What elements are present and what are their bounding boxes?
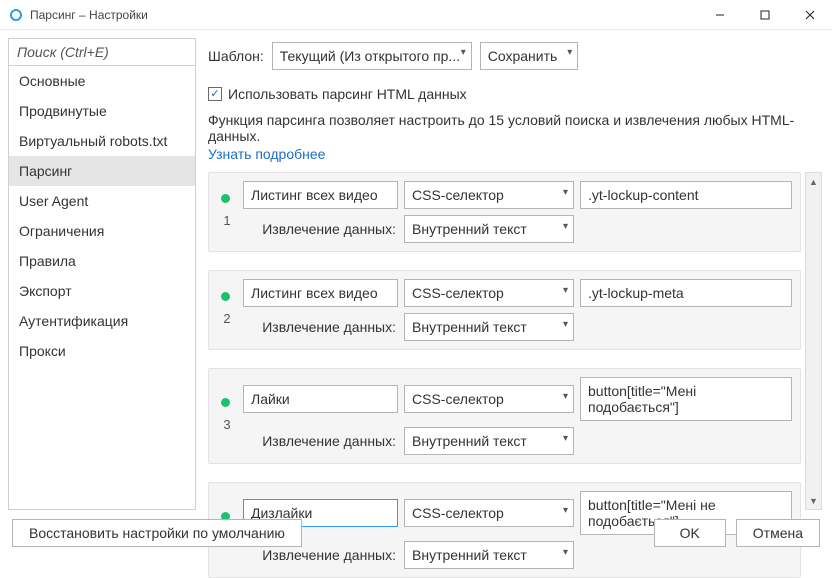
- rule-number: 1: [217, 213, 237, 228]
- close-button[interactable]: [787, 0, 832, 30]
- rule-selector-input[interactable]: .yt-lockup-content: [580, 181, 792, 209]
- sidebar-item-export[interactable]: Экспорт: [9, 276, 195, 306]
- rule-row: 1 Листинг всех видео CSS-селектор .yt-lo…: [208, 172, 801, 252]
- rule-extract-select[interactable]: Внутренний текст: [404, 215, 574, 243]
- rule-name-input[interactable]: Лайки: [243, 385, 398, 413]
- rule-selector-input[interactable]: button[title="Мені подобається"]: [580, 377, 792, 421]
- sidebar-item-main[interactable]: Основные: [9, 66, 195, 96]
- save-button[interactable]: Сохранить: [480, 42, 579, 70]
- rule-name-input[interactable]: Листинг всех видео: [243, 181, 398, 209]
- footer: Восстановить настройки по умолчанию OK О…: [0, 513, 832, 553]
- sidebar: Поиск (Ctrl+E) Основные Продвинутые Вирт…: [8, 38, 196, 510]
- template-select[interactable]: Текущий (Из открытого пр...: [272, 42, 472, 70]
- sidebar-item-advanced[interactable]: Продвинутые: [9, 96, 195, 126]
- nav-list: Основные Продвинутые Виртуальный robots.…: [9, 66, 195, 509]
- scrollbar[interactable]: ▲ ▼: [805, 172, 822, 510]
- rule-number: 3: [217, 417, 237, 432]
- window-title: Парсинг – Настройки: [30, 8, 148, 22]
- sidebar-item-robots[interactable]: Виртуальный robots.txt: [9, 126, 195, 156]
- rules-list: 1 Листинг всех видео CSS-селектор .yt-lo…: [208, 172, 801, 510]
- sidebar-item-limits[interactable]: Ограничения: [9, 216, 195, 246]
- rule-mode-select[interactable]: CSS-селектор: [404, 181, 574, 209]
- extraction-label: Извлечение данных:: [243, 319, 398, 335]
- cancel-button[interactable]: Отмена: [736, 519, 820, 547]
- titlebar: Парсинг – Настройки: [0, 0, 832, 30]
- learn-more-link[interactable]: Узнать подробнее: [208, 146, 822, 162]
- template-label: Шаблон:: [208, 48, 264, 64]
- search-input[interactable]: Поиск (Ctrl+E): [9, 39, 195, 66]
- rule-mode-select[interactable]: CSS-селектор: [404, 279, 574, 307]
- minimize-button[interactable]: [697, 0, 742, 30]
- maximize-button[interactable]: [742, 0, 787, 30]
- rule-row: 3 Лайки CSS-селектор button[title="Мені …: [208, 368, 801, 464]
- status-dot-icon: [221, 398, 230, 407]
- sidebar-item-rules[interactable]: Правила: [9, 246, 195, 276]
- rule-extract-select[interactable]: Внутренний текст: [404, 427, 574, 455]
- extraction-label: Извлечение данных:: [243, 221, 398, 237]
- enable-parsing-label: Использовать парсинг HTML данных: [228, 86, 467, 102]
- scroll-up-icon[interactable]: ▲: [806, 173, 821, 190]
- main-panel: Шаблон: Текущий (Из открытого пр... Сохр…: [196, 30, 832, 510]
- rule-name-input[interactable]: Листинг всех видео: [243, 279, 398, 307]
- restore-defaults-button[interactable]: Восстановить настройки по умолчанию: [12, 519, 302, 547]
- sidebar-item-proxy[interactable]: Прокси: [9, 336, 195, 366]
- scroll-down-icon[interactable]: ▼: [806, 492, 821, 509]
- sidebar-item-auth[interactable]: Аутентификация: [9, 306, 195, 336]
- status-dot-icon: [221, 292, 230, 301]
- enable-parsing-checkbox[interactable]: ✓: [208, 87, 222, 101]
- sidebar-item-parsing[interactable]: Парсинг: [9, 156, 195, 186]
- rule-number: 2: [217, 311, 237, 326]
- description-text: Функция парсинга позволяет настроить до …: [208, 112, 822, 144]
- rule-extract-select[interactable]: Внутренний текст: [404, 313, 574, 341]
- rule-mode-select[interactable]: CSS-селектор: [404, 385, 574, 413]
- app-icon: [8, 7, 24, 23]
- ok-button[interactable]: OK: [654, 519, 726, 547]
- status-dot-icon: [221, 194, 230, 203]
- extraction-label: Извлечение данных:: [243, 433, 398, 449]
- rule-row: 2 Листинг всех видео CSS-селектор .yt-lo…: [208, 270, 801, 350]
- rule-selector-input[interactable]: .yt-lockup-meta: [580, 279, 792, 307]
- sidebar-item-user-agent[interactable]: User Agent: [9, 186, 195, 216]
